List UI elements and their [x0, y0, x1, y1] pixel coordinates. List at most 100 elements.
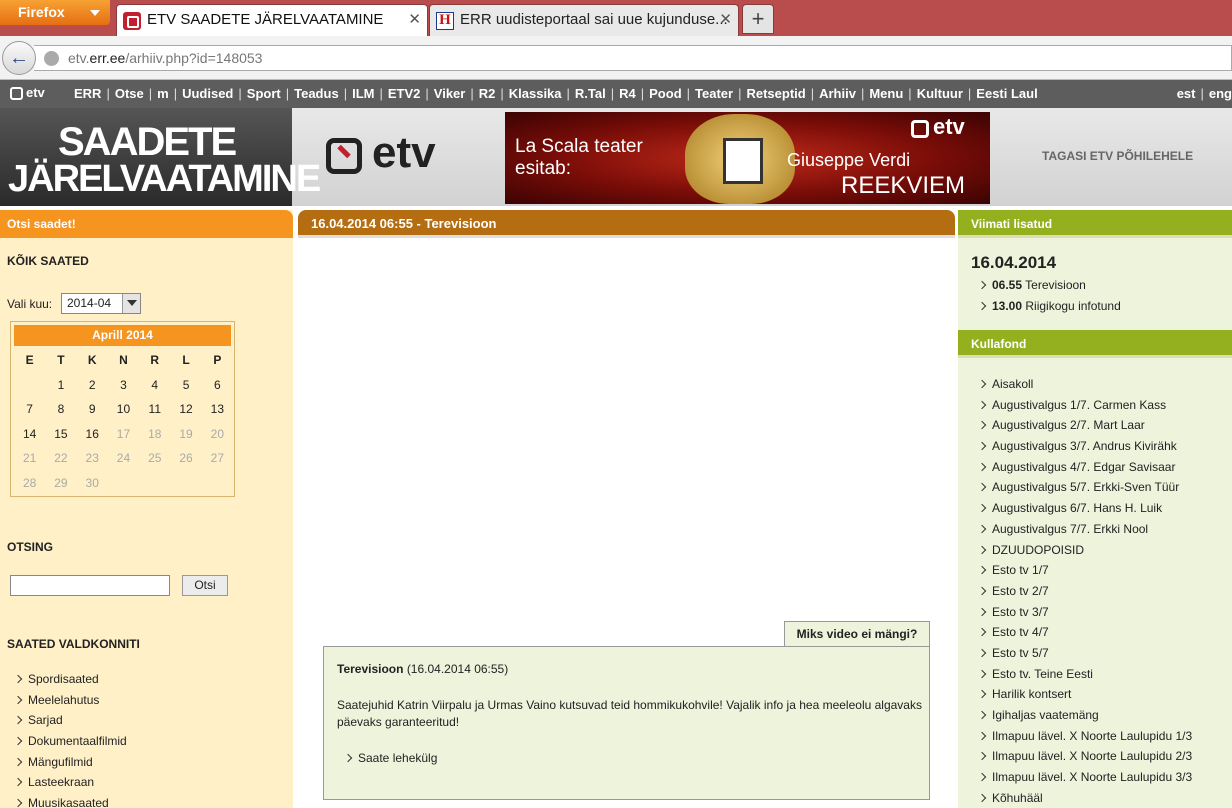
category-item[interactable]: Mängufilmid	[14, 755, 127, 776]
site-menu-item[interactable]: Sport	[247, 86, 281, 101]
calendar-day[interactable]: 14	[14, 427, 45, 441]
site-menu-item[interactable]: R4	[619, 86, 636, 101]
site-menu-item[interactable]: Retseptid	[746, 86, 805, 101]
category-item[interactable]: Muusikasaated	[14, 796, 127, 808]
gold-fund-item[interactable]: Esto tv 4/7	[978, 625, 1192, 646]
site-menu-item[interactable]: ERR	[74, 86, 101, 101]
site-menu-item[interactable]: ETV2	[388, 86, 421, 101]
gold-fund-item[interactable]: Augustivalgus 4/7. Edgar Savisaar	[978, 460, 1192, 481]
gold-fund-item[interactable]: Augustivalgus 7/7. Erkki Nool	[978, 522, 1192, 543]
lang-est[interactable]: est	[1177, 86, 1196, 101]
gold-fund-item[interactable]: Augustivalgus 3/7. Andrus Kivirähk	[978, 439, 1192, 460]
site-menu-item[interactable]: Arhiiv	[819, 86, 856, 101]
site-menu-item[interactable]: ILM	[352, 86, 374, 101]
calendar-day[interactable]: 13	[202, 402, 233, 416]
latest-item-title: Terevisioon	[1025, 278, 1086, 292]
site-menu-item[interactable]: m	[157, 86, 169, 101]
gold-fund-item[interactable]: Augustivalgus 5/7. Erkki-Sven Tüür	[978, 480, 1192, 501]
tab-etv-archive[interactable]: ETV SAADETE JÄRELVAATAMINE ✕	[116, 4, 428, 36]
site-menu-item[interactable]: R.Tal	[575, 86, 606, 101]
category-item[interactable]: Meelelahutus	[14, 693, 127, 714]
search-button[interactable]: Otsi	[182, 575, 228, 596]
calendar-day[interactable]: 5	[170, 378, 201, 392]
site-menu-item[interactable]: Klassika	[509, 86, 562, 101]
why-video-not-playing-button[interactable]: Miks video ei mängi?	[784, 621, 930, 646]
site-menu-item[interactable]: Teadus	[294, 86, 339, 101]
gold-fund-item[interactable]: Igihaljas vaatemäng	[978, 708, 1192, 729]
category-item[interactable]: Spordisaated	[14, 672, 127, 693]
gold-fund-item[interactable]: DZUUDOPOISID	[978, 543, 1192, 564]
calendar-weekday: E	[25, 353, 34, 368]
gold-fund-item[interactable]: Esto tv 5/7	[978, 646, 1192, 667]
calendar-day[interactable]: 12	[170, 402, 201, 416]
menu-separator: |	[860, 86, 865, 101]
calendar-day[interactable]: 4	[139, 378, 170, 392]
back-button[interactable]: ←	[2, 41, 36, 75]
gold-fund-item[interactable]: Augustivalgus 6/7. Hans H. Luik	[978, 501, 1192, 522]
site-menu-item[interactable]: Uudised	[182, 86, 233, 101]
calendar-day[interactable]: 11	[139, 402, 170, 416]
menu-separator: |	[738, 86, 742, 101]
lang-eng[interactable]: eng	[1209, 86, 1232, 101]
calendar-day: 20	[210, 426, 224, 441]
close-icon[interactable]: ✕	[719, 5, 732, 35]
gold-fund-item[interactable]: Ilmapuu lävel. X Noorte Laulupidu 3/3	[978, 770, 1192, 791]
gold-fund-item[interactable]: Kõhuhääl	[978, 791, 1192, 808]
category-item[interactable]: Lasteekraan	[14, 775, 127, 796]
gold-fund-item[interactable]: Ilmapuu lävel. X Noorte Laulupidu 1/3	[978, 729, 1192, 750]
calendar-day[interactable]: 7	[14, 402, 45, 416]
site-menu-item[interactable]: Pood	[649, 86, 682, 101]
categories-title: SAATED VALDKONNITI	[7, 637, 140, 651]
latest-item[interactable]: 06.55 Terevisioon	[978, 278, 1121, 299]
calendar-day[interactable]: 8	[45, 402, 76, 416]
url-bar[interactable]: etv.err.ee/arhiiv.php?id=148053	[34, 45, 1232, 71]
banner-etv-logo[interactable]: etv	[326, 128, 466, 177]
gold-fund-item[interactable]: Aisakoll	[978, 377, 1192, 398]
gold-fund-item[interactable]: Harilik kontsert	[978, 687, 1192, 708]
calendar-day[interactable]: 10	[108, 402, 139, 416]
calendar-day[interactable]: 1	[45, 378, 76, 392]
calendar-day[interactable]: 15	[45, 427, 76, 441]
month-select[interactable]: 2014-04	[61, 293, 141, 314]
tab-err-news[interactable]: H ERR uudisteportaal sai uue kujunduse..…	[429, 4, 739, 36]
site-menu-item[interactable]: Teater	[695, 86, 733, 101]
category-list: Spordisaated Meelelahutus Sarjad Dokumentaa…	[14, 672, 127, 808]
show-title: Terevisioon (16.04.2014 06:55)	[337, 662, 509, 676]
gold-fund-item[interactable]: Augustivalgus 2/7. Mart Laar	[978, 418, 1192, 439]
etv-logo[interactable]: etv	[8, 85, 60, 102]
new-tab-button[interactable]: +	[742, 4, 774, 34]
category-item[interactable]: Sarjad	[14, 713, 127, 734]
site-menu-item[interactable]: Kultuur	[917, 86, 963, 101]
latest-item-title: Riigikogu infotund	[1025, 299, 1121, 313]
gold-fund-item[interactable]: Esto tv 2/7	[978, 584, 1192, 605]
site-menu-item[interactable]: Menu	[869, 86, 903, 101]
calendar-title: Aprill 2014	[14, 325, 231, 346]
close-icon[interactable]: ✕	[408, 5, 421, 35]
gold-fund-item[interactable]: Esto tv. Teine Eesti	[978, 667, 1192, 688]
search-input[interactable]	[10, 575, 170, 596]
all-shows-link[interactable]: KÕIK SAATED	[7, 254, 89, 268]
gold-fund-list: Aisakoll Augustivalgus 1/7. Carmen Kass Au…	[978, 377, 1192, 808]
calendar-day[interactable]: 2	[77, 378, 108, 392]
calendar-day[interactable]: 3	[108, 378, 139, 392]
firefox-menu-button[interactable]: Firefox	[0, 0, 110, 25]
back-to-etv-link[interactable]: TAGASI ETV PÕHILEHELE	[1042, 149, 1193, 163]
promo-banner-reekviem[interactable]: La Scala teater esitab: Giuseppe Verdi R…	[505, 112, 990, 204]
gold-fund-item[interactable]: Esto tv 1/7	[978, 563, 1192, 584]
gold-fund-item[interactable]: Augustivalgus 1/7. Carmen Kass	[978, 398, 1192, 419]
calendar-day[interactable]: 9	[77, 402, 108, 416]
site-menu-item[interactable]: R2	[479, 86, 496, 101]
calendar-day[interactable]: 6	[202, 378, 233, 392]
site-menu-item[interactable]: Eesti Laul	[976, 86, 1037, 101]
show-description: Saatejuhid Katrin Viirpalu ja Urmas Vain…	[337, 698, 922, 729]
gold-fund-item[interactable]: Ilmapuu lävel. X Noorte Laulupidu 2/3	[978, 749, 1192, 770]
banner: SAADETE JÄRELVAATAMINE etv La Scala teat…	[0, 108, 1232, 206]
calendar-day[interactable]: 16	[77, 427, 108, 441]
latest-item[interactable]: 13.00 Riigikogu infotund	[978, 299, 1121, 320]
site-menu-item[interactable]: Viker	[434, 86, 466, 101]
calendar-grid: E T K N R L P 1 2 3 4 5 6 7 8 9 10 11 12 13 14 15 16 17 18 19 20 21…	[14, 348, 233, 495]
gold-fund-item[interactable]: Esto tv 3/7	[978, 605, 1192, 626]
show-page-link[interactable]: Saate lehekülg	[344, 751, 437, 765]
category-item[interactable]: Dokumentaalfilmid	[14, 734, 127, 755]
site-menu-item[interactable]: Otse	[115, 86, 144, 101]
